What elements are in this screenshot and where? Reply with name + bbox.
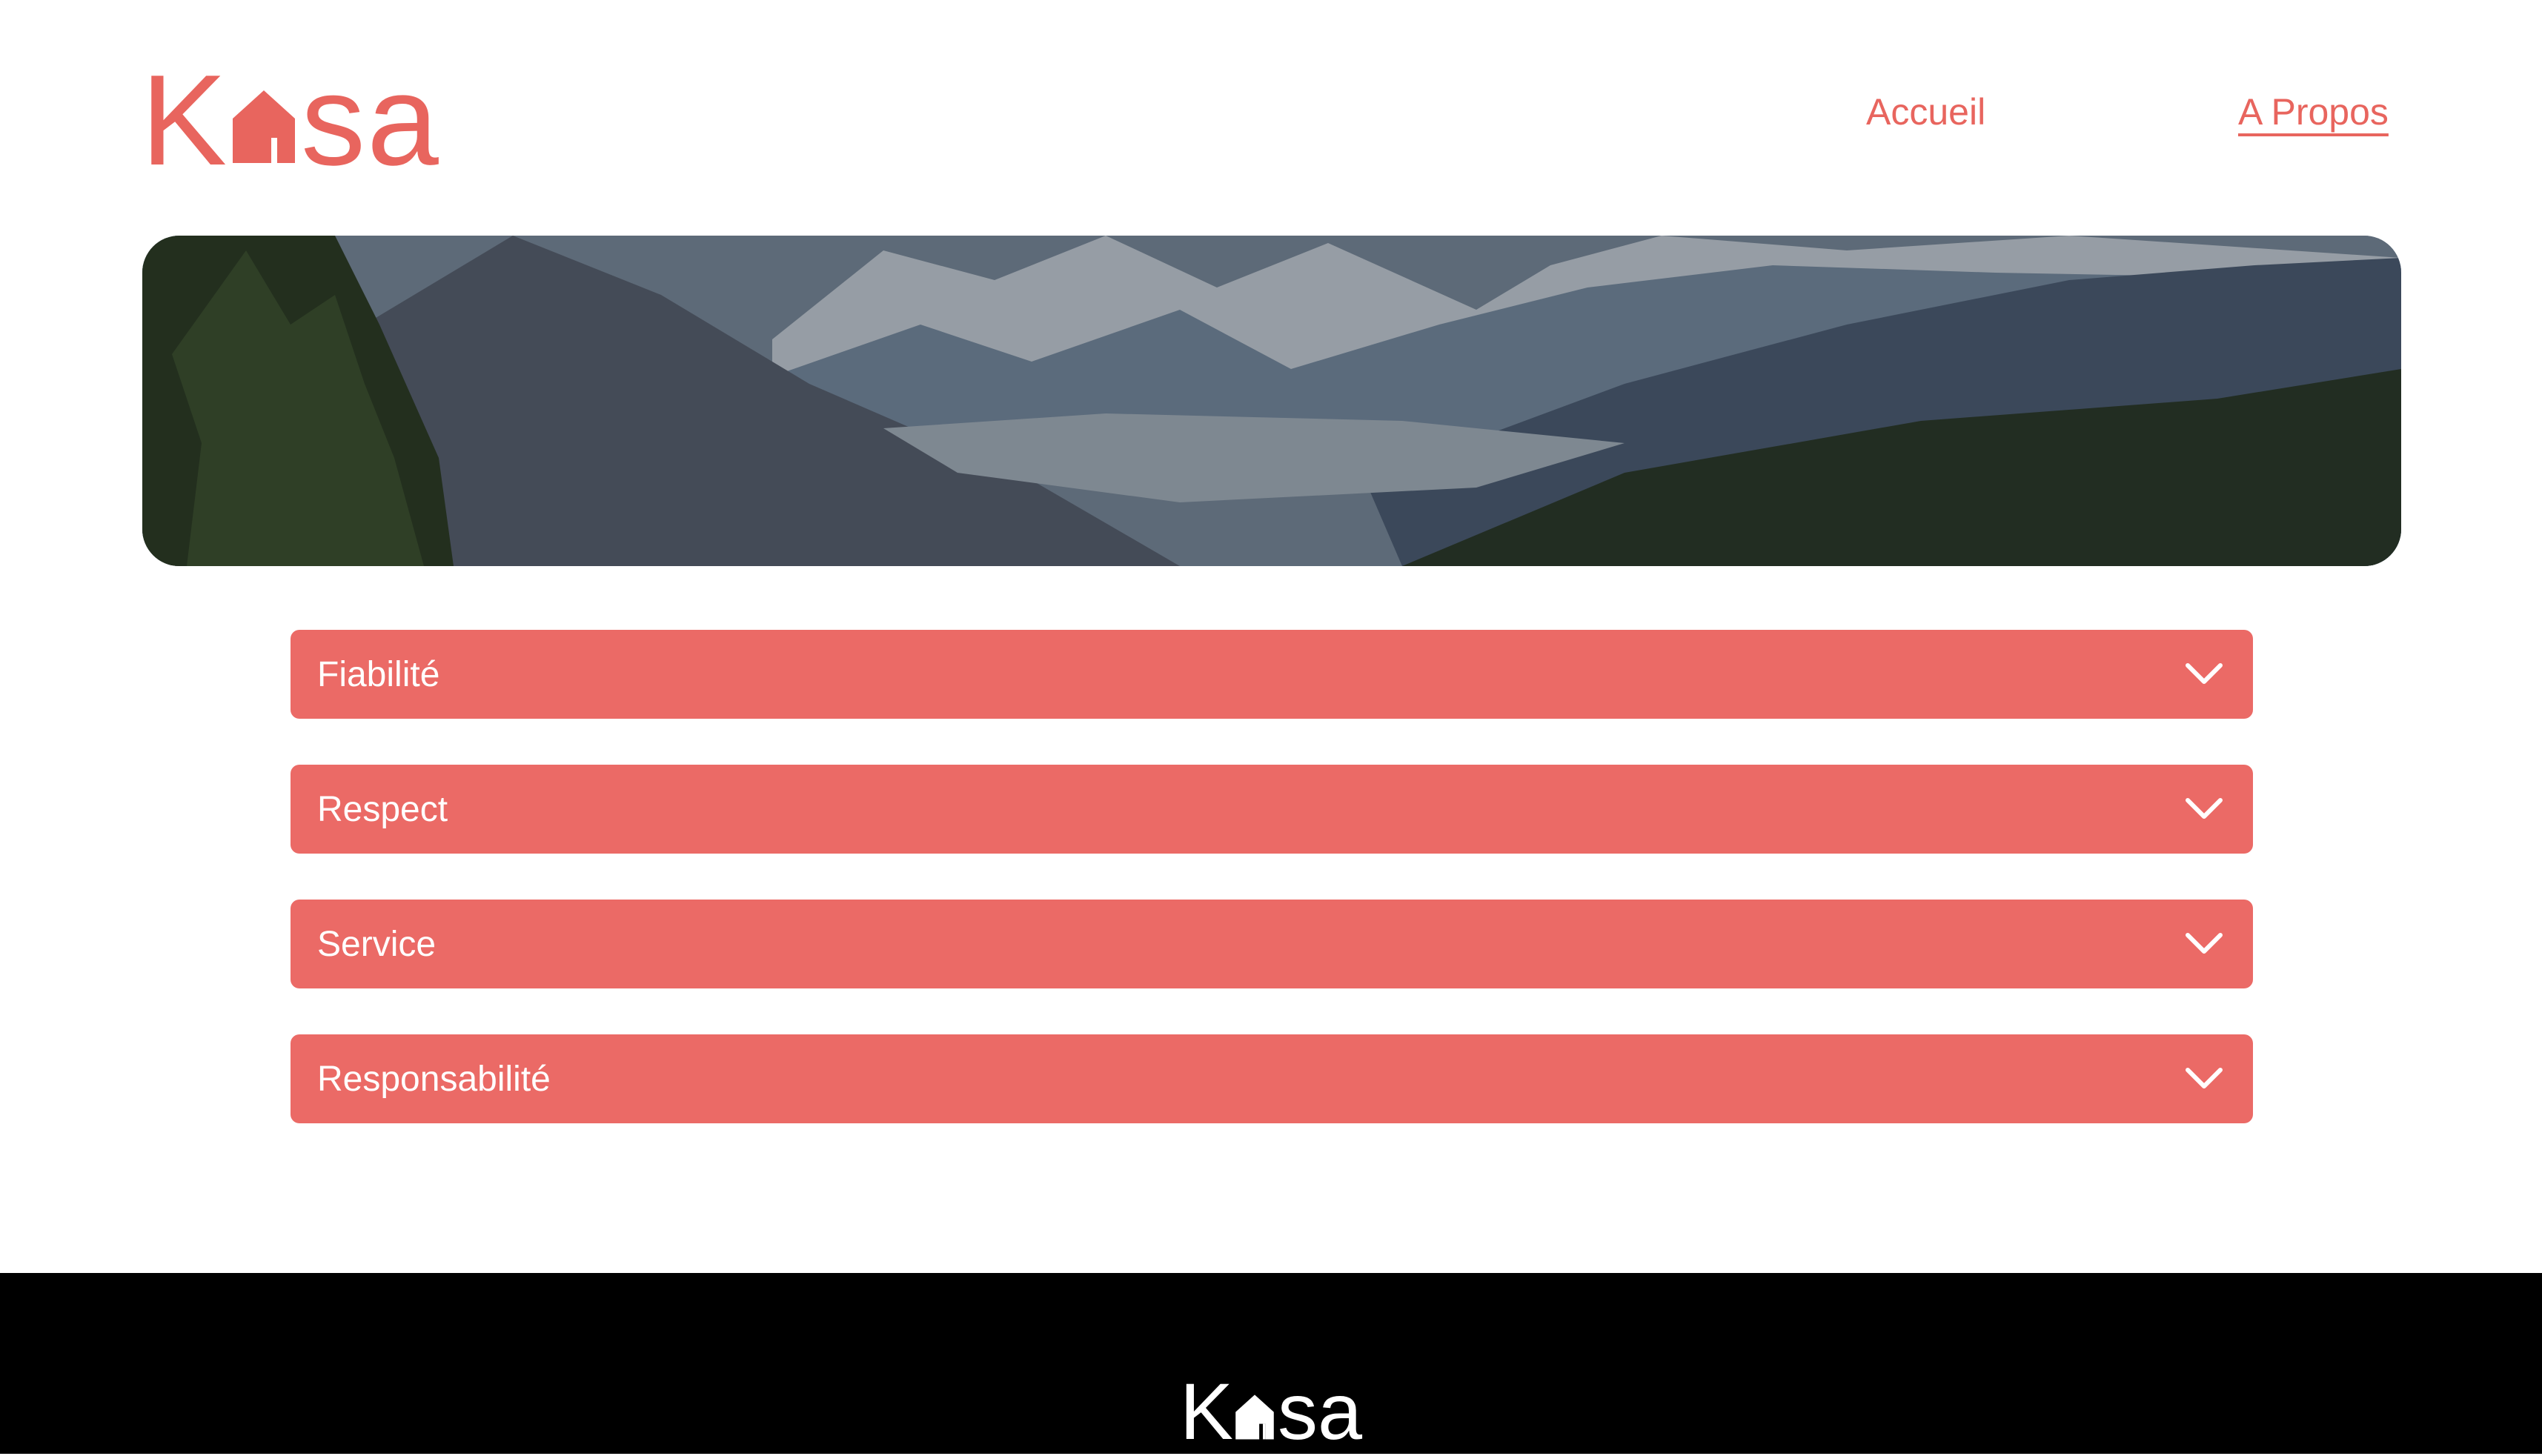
logo-letter-k: K [141,47,229,192]
logo-letters-sa: sa [301,47,440,192]
kasa-logo[interactable]: K sa [141,47,440,192]
collapse-service[interactable]: Service [291,900,2253,988]
header: K sa Accueil A Propos [0,0,2542,222]
chevron-down-icon[interactable] [2183,931,2225,957]
footer-logo-letters-sa: sa [1278,1366,1363,1456]
collapse-title: Fiabilité [317,654,440,694]
footer: K sa [0,1273,2542,1454]
footer-logo: K sa [1180,1363,1363,1456]
collapse-responsabilite[interactable]: Responsabilité [291,1034,2253,1123]
banner-image [142,236,2401,566]
footer-logo-letter-k: K [1180,1366,1234,1456]
house-icon [1235,1394,1274,1440]
chevron-down-icon[interactable] [2183,796,2225,822]
collapse-title: Responsabilité [317,1059,551,1099]
nav-about-link[interactable]: A Propos [2238,90,2389,133]
collapse-title: Respect [317,789,448,829]
chevron-down-icon[interactable] [2183,661,2225,688]
chevron-down-icon[interactable] [2183,1066,2225,1092]
banner-overlay [142,236,2401,566]
collapse-fiabilite[interactable]: Fiabilité [291,630,2253,719]
collapse-respect[interactable]: Respect [291,765,2253,854]
house-icon [233,90,296,163]
collapse-title: Service [317,924,437,964]
nav-home-link[interactable]: Accueil [1866,90,1985,133]
values-collapse-list: Fiabilité Respect Service Responsabilité [291,630,2253,1169]
